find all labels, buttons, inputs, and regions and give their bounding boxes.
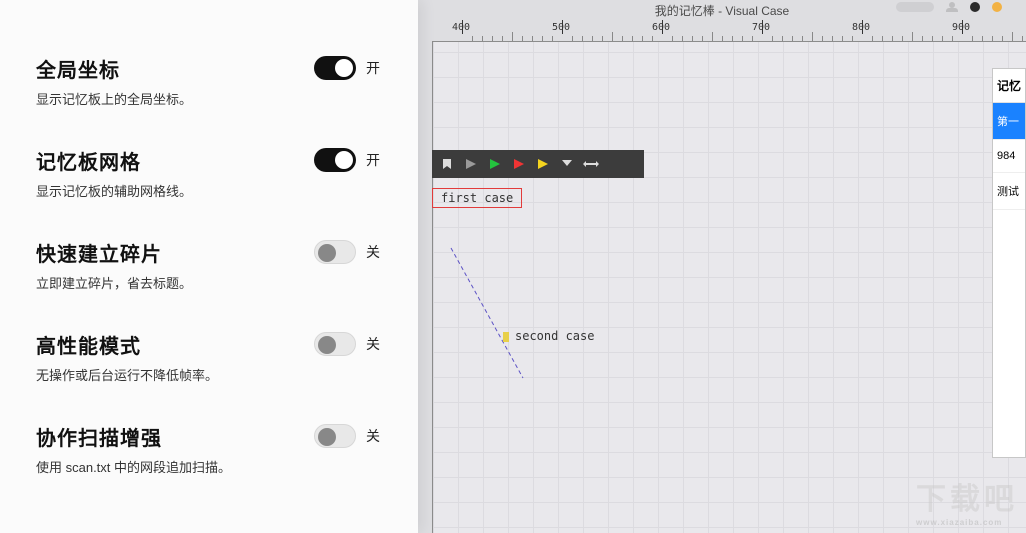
setting-board-grid: 记忆板网格 显示记忆板的辅助网格线。 开 xyxy=(36,146,380,200)
case-node-second[interactable]: second case xyxy=(503,329,594,343)
settings-panel: 全局坐标 显示记忆板上的全局坐标。 开 记忆板网格 显示记忆板的辅助网格线。 开… xyxy=(0,0,418,533)
side-panel-right: 记忆 第一 984 测试 xyxy=(992,68,1026,458)
toggle-state-label: 关 xyxy=(366,334,380,354)
titlebar-indicators xyxy=(896,2,1002,12)
setting-title: 全局坐标 xyxy=(36,54,314,83)
ruler-horizontal: 400500600700800900 xyxy=(432,20,1026,42)
toggle-state-label: 开 xyxy=(366,58,380,78)
setting-title: 高性能模式 xyxy=(36,330,314,359)
dot-icon xyxy=(992,2,1002,12)
toggle-state-label: 关 xyxy=(366,242,380,262)
toggle-state-label: 关 xyxy=(366,426,380,446)
flag-grey-icon[interactable] xyxy=(460,153,482,175)
setting-title: 协作扫描增强 xyxy=(36,422,314,451)
toggle-state-label: 开 xyxy=(366,150,380,170)
watermark-text: 下载吧 xyxy=(916,483,1018,516)
watermark-url: www.xiazaiba.com xyxy=(916,518,1018,527)
setting-desc: 显示记忆板的辅助网格线。 xyxy=(36,181,314,200)
setting-high-perf: 高性能模式 无操作或后台运行不降低帧率。 关 xyxy=(36,330,380,384)
bookmark-icon[interactable] xyxy=(436,153,458,175)
case-node-first[interactable]: first case xyxy=(432,188,522,208)
title-bar: 我的记忆棒 - Visual Case xyxy=(418,0,1026,20)
toggle-high-perf[interactable] xyxy=(314,332,356,356)
setting-desc: 显示记忆板上的全局坐标。 xyxy=(36,89,314,108)
setting-desc: 立即建立碎片，省去标题。 xyxy=(36,273,314,292)
side-panel-item[interactable]: 测试 xyxy=(993,173,1025,210)
resize-horizontal-icon[interactable] xyxy=(580,153,602,175)
toggle-collab-scan[interactable] xyxy=(314,424,356,448)
flag-yellow-icon[interactable] xyxy=(532,153,554,175)
app-area: 我的记忆棒 - Visual Case 400500600700800900 f… xyxy=(418,0,1026,533)
setting-collab-scan: 协作扫描增强 使用 scan.txt 中的网段追加扫描。 关 xyxy=(36,422,380,476)
chevron-down-icon[interactable] xyxy=(556,153,578,175)
side-panel-item[interactable]: 984 xyxy=(993,140,1025,173)
toggle-global-coords[interactable] xyxy=(314,56,356,80)
dot-icon xyxy=(970,2,980,12)
watermark: 下载吧 www.xiazaiba.com xyxy=(916,474,1018,527)
status-pill-icon xyxy=(896,2,934,12)
flag-red-icon[interactable] xyxy=(508,153,530,175)
setting-quick-fragment: 快速建立碎片 立即建立碎片，省去标题。 关 xyxy=(36,238,380,292)
setting-global-coords: 全局坐标 显示记忆板上的全局坐标。 开 xyxy=(36,54,380,108)
connection-line-icon xyxy=(447,242,537,382)
setting-title: 快速建立碎片 xyxy=(36,238,314,267)
toggle-board-grid[interactable] xyxy=(314,148,356,172)
setting-title: 记忆板网格 xyxy=(36,146,314,175)
toggle-quick-fragment[interactable] xyxy=(314,240,356,264)
canvas[interactable] xyxy=(432,42,1026,533)
floating-toolbar xyxy=(432,150,644,178)
setting-desc: 无操作或后台运行不降低帧率。 xyxy=(36,365,314,384)
setting-desc: 使用 scan.txt 中的网段追加扫描。 xyxy=(36,457,314,476)
window-title: 我的记忆棒 - Visual Case xyxy=(655,2,789,19)
side-panel-header: 记忆 xyxy=(993,69,1025,103)
user-icon[interactable] xyxy=(946,2,958,12)
flag-green-icon[interactable] xyxy=(484,153,506,175)
side-panel-item[interactable]: 第一 xyxy=(993,103,1025,140)
